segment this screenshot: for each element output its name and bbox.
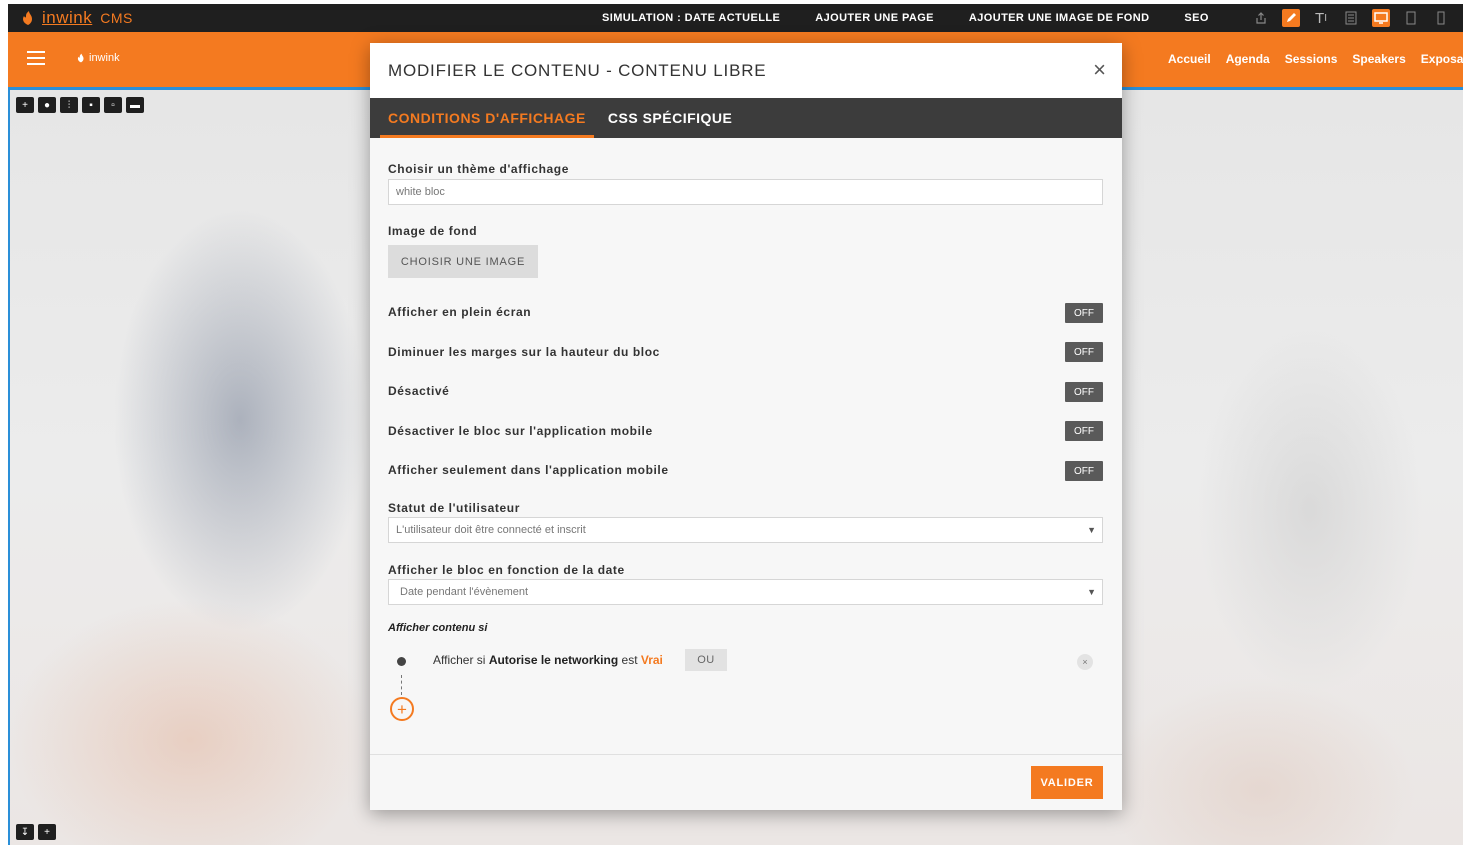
settings-sliders-icon[interactable]: ⫶ (60, 97, 78, 113)
disable-mobile-toggle[interactable]: OFF (1065, 421, 1103, 441)
hamburger-menu-icon[interactable] (27, 51, 45, 65)
disabled-label: Désactivé (388, 384, 450, 398)
condition-field[interactable]: Autorise le networking (489, 653, 618, 667)
edit-content-modal: MODIFIER LE CONTENU - CONTENU LIBRE × CO… (370, 43, 1122, 810)
cms-brand[interactable]: inwink CMS (8, 8, 133, 28)
condition-row: Afficher si Autorise le networking est V… (388, 649, 1103, 673)
date-filter-select[interactable]: Date pendant l'évènement ▼ (388, 579, 1103, 605)
more-icon[interactable]: ▬ (126, 97, 144, 113)
mobile-icon[interactable] (1432, 9, 1450, 27)
menu-item-sessions[interactable]: Sessions (1285, 52, 1338, 66)
menu-item-exposants[interactable]: Exposan (1421, 52, 1463, 66)
mobile-only-toggle[interactable]: OFF (1065, 461, 1103, 481)
remove-condition-icon[interactable]: × (1077, 654, 1093, 670)
condition-text: Afficher si Autorise le networking est V… (433, 653, 663, 667)
add-page-link[interactable]: AJOUTER UNE PAGE (815, 12, 934, 24)
condition-connector (401, 675, 402, 695)
tab-css[interactable]: CSS SPÉCIFIQUE (600, 110, 740, 138)
add-background-image-link[interactable]: AJOUTER UNE IMAGE DE FOND (969, 12, 1150, 24)
user-status-select[interactable]: L'utilisateur doit être connecté et insc… (388, 517, 1103, 543)
disable-mobile-label: Désactiver le bloc sur l'application mob… (388, 424, 653, 438)
copy-icon[interactable]: ▫ (104, 97, 122, 113)
modal-header: MODIFIER LE CONTENU - CONTENU LIBRE × (370, 43, 1122, 98)
theme-input[interactable]: white bloc (388, 179, 1103, 205)
layout-icon[interactable] (1342, 9, 1360, 27)
inwink-logo-icon (20, 10, 36, 26)
user-status-value: L'utilisateur doit être connecté et insc… (396, 524, 586, 536)
close-icon[interactable]: × (1093, 59, 1106, 81)
site-logo-text: inwink (89, 52, 120, 64)
add-block-bottom-icon[interactable]: + (38, 824, 56, 840)
cms-nav: SIMULATION : DATE ACTUELLE AJOUTER UNE P… (602, 4, 1244, 32)
or-button[interactable]: OU (685, 649, 727, 671)
seo-link[interactable]: SEO (1184, 12, 1208, 24)
condition-prefix: Afficher si (433, 653, 486, 667)
simulation-date-link[interactable]: SIMULATION : DATE ACTUELLE (602, 12, 780, 24)
validate-button[interactable]: VALIDER (1031, 766, 1103, 799)
site-logo-flame-icon (77, 53, 84, 63)
desktop-icon[interactable] (1372, 9, 1390, 27)
palette-icon[interactable]: ● (38, 97, 56, 113)
fullscreen-toggle[interactable]: OFF (1065, 303, 1103, 323)
chevron-down-icon: ▼ (1087, 587, 1096, 597)
cms-toolbar: inwink CMS SIMULATION : DATE ACTUELLE AJ… (8, 4, 1463, 32)
bottom-toolbar: ↧ + (16, 824, 56, 840)
fullscreen-label: Afficher en plein écran (388, 305, 532, 319)
choose-image-button[interactable]: CHOISIR UNE IMAGE (388, 245, 538, 278)
add-condition-icon[interactable]: + (390, 697, 414, 721)
site-logo[interactable]: inwink (76, 52, 120, 64)
menu-item-speakers[interactable]: Speakers (1352, 52, 1405, 66)
delete-icon[interactable]: ▪ (82, 97, 100, 113)
add-block-icon[interactable]: + (16, 97, 34, 113)
cms-label: CMS (100, 10, 133, 26)
edit-icon[interactable] (1282, 9, 1300, 27)
modal-title: MODIFIER LE CONTENU - CONTENU LIBRE (388, 60, 767, 80)
condition-middle: est (621, 653, 638, 667)
menu-item-accueil[interactable]: Accueil (1168, 52, 1211, 66)
conditions-title: Afficher contenu si (388, 622, 488, 634)
tablet-icon[interactable] (1402, 9, 1420, 27)
reduce-margins-toggle[interactable]: OFF (1065, 342, 1103, 362)
condition-value[interactable]: Vrai (641, 653, 663, 667)
chevron-down-icon: ▼ (1087, 525, 1096, 535)
date-filter-label: Afficher le bloc en fonction de la date (388, 563, 625, 577)
text-icon[interactable]: TI (1312, 9, 1330, 27)
site-menu: Accueil Agenda Sessions Speakers Exposan (1168, 52, 1463, 66)
user-status-label: Statut de l'utilisateur (388, 501, 521, 515)
background-image-label: Image de fond (388, 224, 478, 238)
mobile-only-label: Afficher seulement dans l'application mo… (388, 463, 669, 477)
disabled-toggle[interactable]: OFF (1065, 382, 1103, 402)
block-toolbar: + ● ⫶ ▪ ▫ ▬ (16, 97, 144, 113)
modal-tabs: CONDITIONS D'AFFICHAGE CSS SPÉCIFIQUE (370, 98, 1122, 138)
modal-footer-divider (370, 754, 1122, 755)
date-filter-value: Date pendant l'évènement (400, 586, 529, 598)
theme-label: Choisir un thème d'affichage (388, 162, 570, 176)
cms-icon-group: TI (1252, 4, 1450, 32)
share-icon[interactable] (1252, 9, 1270, 27)
tab-conditions[interactable]: CONDITIONS D'AFFICHAGE (380, 110, 594, 138)
condition-bullet-icon (397, 657, 406, 666)
move-down-icon[interactable]: ↧ (16, 824, 34, 840)
menu-item-agenda[interactable]: Agenda (1226, 52, 1270, 66)
cms-brand-name: inwink (42, 8, 93, 27)
reduce-margins-label: Diminuer les marges sur la hauteur du bl… (388, 345, 660, 359)
